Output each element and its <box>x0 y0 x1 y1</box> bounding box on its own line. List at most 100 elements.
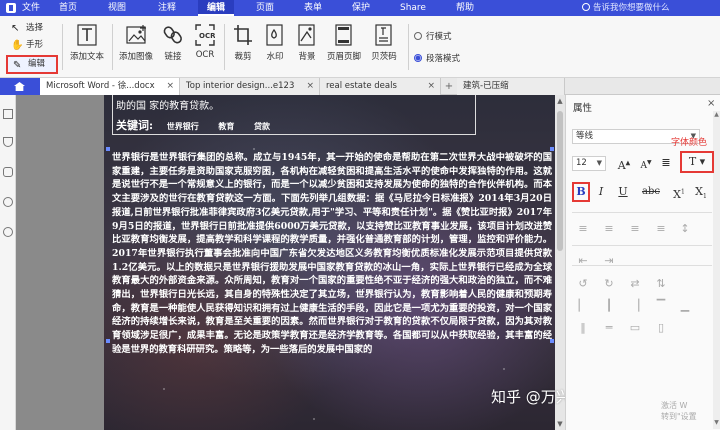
selection-handle[interactable] <box>106 147 110 151</box>
panel-divider <box>572 212 712 213</box>
tab-architecture[interactable]: 建筑-已压缩 <box>457 78 565 95</box>
abstract-text[interactable]: 助的国 家的教育贷款。 <box>116 97 219 112</box>
add-text-button[interactable]: 添加文本 <box>64 22 110 74</box>
background-icon <box>297 24 317 46</box>
align-objects-top-icon[interactable]: ▔ <box>654 300 668 312</box>
scrollbar-thumb[interactable] <box>557 111 563 251</box>
scroll-up-icon[interactable]: ▲ <box>556 97 564 105</box>
body-paragraph[interactable]: 世界银行是世界银行集团的总称。成立与1945年，其一开始的使命是帮助在第二次世界… <box>112 151 552 357</box>
align-right-icon[interactable]: ≡ <box>628 223 642 235</box>
tab-word-document[interactable]: Microsoft Word - 徐...docx × <box>40 78 180 95</box>
document-tab-bar: Microsoft Word - 徐...docx × Top interior … <box>0 78 720 95</box>
menu-help[interactable]: 帮助 <box>448 0 482 16</box>
align-objects-left-icon[interactable]: ▏ <box>576 300 590 312</box>
rotate-left-icon[interactable]: ↺ <box>576 278 590 290</box>
tell-me-search[interactable]: 告诉我你想要做什么 <box>582 0 670 16</box>
hand-label: 手形 <box>26 40 44 50</box>
keywords-line[interactable]: 关键词: 世界银行 教育 贷款 <box>116 117 270 133</box>
home-tab[interactable] <box>0 78 40 95</box>
font-size-select[interactable]: 12 ▼ <box>572 156 606 171</box>
bold-button[interactable]: B <box>572 182 590 202</box>
attachment-icon[interactable] <box>3 197 13 207</box>
flip-vertical-icon[interactable]: ⇅ <box>654 278 668 290</box>
menu-home[interactable]: 首页 <box>52 0 84 16</box>
hand-tool[interactable]: ✋ 手形 <box>6 37 58 54</box>
add-image-button[interactable]: 添加图像 <box>116 22 156 74</box>
align-objects-bottom-icon[interactable]: ▁ <box>678 300 692 312</box>
align-objects-right-icon[interactable]: ▕ <box>628 300 642 312</box>
vertical-scrollbar[interactable]: ▲ ▼ <box>555 95 565 430</box>
menu-protect[interactable]: 保护 <box>344 0 378 16</box>
comment-icon[interactable] <box>3 167 13 177</box>
header-footer-button[interactable]: 页眉页脚 <box>324 22 364 74</box>
same-height-icon[interactable]: ▯ <box>654 322 668 334</box>
pdf-page[interactable]: 助的国 家的教育贷款。 关键词: 世界银行 教育 贷款 世界银行是世界银行集团的… <box>104 95 556 430</box>
header-footer-label: 页眉页脚 <box>326 52 361 62</box>
scroll-down-icon[interactable]: ▼ <box>713 419 720 426</box>
align-objects-center-icon[interactable]: ┃ <box>602 300 616 312</box>
ocr-label: OCR <box>195 50 215 60</box>
bookmark-icon[interactable] <box>3 137 13 147</box>
menu-view[interactable]: 视图 <box>100 0 134 16</box>
selection-handle[interactable] <box>106 339 110 343</box>
tab-real-estate[interactable]: real estate deals × <box>320 78 441 95</box>
select-tool[interactable]: ↖ 选择 <box>6 20 58 37</box>
panel-scrollbar[interactable]: ▲ ▼ <box>713 111 720 429</box>
thumbnails-icon[interactable] <box>3 109 13 119</box>
menu-file[interactable]: 文件 <box>20 0 42 16</box>
background-button[interactable]: 背景 <box>290 22 324 74</box>
scroll-up-icon[interactable]: ▲ <box>713 111 720 118</box>
close-tab-icon[interactable]: × <box>166 78 174 95</box>
align-center-icon[interactable]: ≡ <box>602 223 616 235</box>
search-icon[interactable] <box>3 227 13 237</box>
bates-number-button[interactable]: 贝茨码 <box>364 22 404 74</box>
font-color-annotation: 字体颜色 <box>671 138 708 148</box>
text-box-icon <box>77 24 97 46</box>
cursor-arrow-icon: ↖ <box>11 23 20 34</box>
menu-comment[interactable]: 注释 <box>150 0 184 16</box>
ocr-button[interactable]: OCR OCR <box>190 22 220 74</box>
menu-form[interactable]: 表单 <box>296 0 330 16</box>
subscript-button[interactable]: X1 <box>692 184 710 200</box>
text-color-icon: T ▾ <box>688 155 706 168</box>
edit-tool[interactable]: ✎ 编辑 <box>6 55 58 74</box>
background-label: 背景 <box>298 52 316 62</box>
distribute-horizontal-icon[interactable]: ‖ <box>576 322 590 334</box>
font-grow-icon: A▲ <box>617 158 631 172</box>
link-button[interactable]: 链接 <box>156 22 190 74</box>
new-tab-icon[interactable]: + <box>441 78 457 95</box>
rotate-right-icon[interactable]: ↻ <box>602 278 616 290</box>
align-justify-icon[interactable]: ≡ <box>654 223 668 235</box>
crop-button[interactable]: 裁剪 <box>226 22 260 74</box>
strikethrough-icon: abc <box>642 186 660 197</box>
paragraph-mode-radio[interactable]: 段落模式 <box>414 52 460 66</box>
close-panel-icon[interactable]: × <box>707 98 715 109</box>
close-tab-icon[interactable]: × <box>306 78 314 95</box>
italic-button[interactable]: I <box>594 184 608 200</box>
menu-edit[interactable]: 编辑 <box>198 0 234 16</box>
flip-horizontal-icon[interactable]: ⇄ <box>628 278 642 290</box>
line-spacing-icon[interactable]: ↕ <box>678 223 692 235</box>
scroll-down-icon[interactable]: ▼ <box>556 420 564 428</box>
line-mode-radio[interactable]: 行模式 <box>414 30 452 44</box>
ribbon-toolbar: ↖ 选择 ✋ 手形 ✎ 编辑 添加文本 添加图像 链接 OCR OCR 裁剪 水… <box>0 16 720 78</box>
document-viewport[interactable]: 助的国 家的教育贷款。 关键词: 世界银行 教育 贷款 世界银行是世界银行集团的… <box>16 95 565 430</box>
select-label: 选择 <box>26 23 44 33</box>
underline-button[interactable]: U <box>616 184 630 200</box>
left-sidebar <box>0 95 16 430</box>
decrease-font-size-button[interactable]: A▼ <box>636 155 656 171</box>
strikethrough-button[interactable]: abc <box>638 184 664 200</box>
tab-interior-design[interactable]: Top interior design...e123 × <box>180 78 320 95</box>
align-left-icon[interactable]: ≡ <box>576 223 590 235</box>
add-image-label: 添加图像 <box>118 52 153 62</box>
font-color-button[interactable]: T ▾ <box>680 151 714 173</box>
superscript-button[interactable]: X1 <box>670 184 688 201</box>
same-width-icon[interactable]: ▭ <box>628 322 642 334</box>
increase-font-size-button[interactable]: A▲ <box>614 155 634 172</box>
distribute-vertical-icon[interactable]: ═ <box>602 322 616 334</box>
text-style-button[interactable]: ≣ <box>658 155 674 171</box>
close-tab-icon[interactable]: × <box>427 78 435 95</box>
menu-page[interactable]: 页面 <box>248 0 282 16</box>
menu-share[interactable]: Share <box>394 0 432 16</box>
watermark-button[interactable]: 水印 <box>258 22 292 74</box>
